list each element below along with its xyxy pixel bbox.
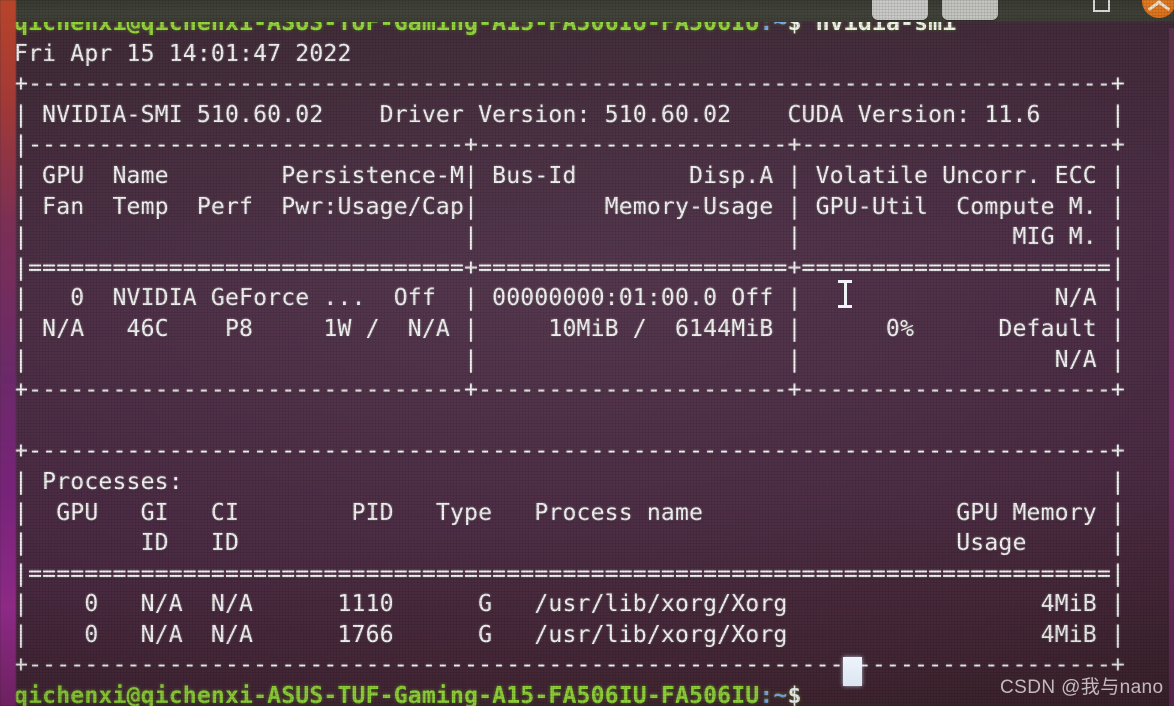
minimize-icon[interactable] — [1093, 0, 1110, 12]
watermark: CSDN @我与nano — [1000, 677, 1164, 698]
terminal-line: | 0 NVIDIA GeForce ... Off | 00000000:01… — [14, 285, 1125, 312]
screenshot-root: qichenxi@qichenxi-ASUS-TUF-Gaming-A15-FA… — [0, 0, 1174, 706]
prompt-symbol: $ — [787, 683, 802, 706]
prompt-command — [802, 683, 816, 706]
prompt-path: :~ — [759, 683, 788, 706]
terminal-cursor — [843, 657, 862, 686]
terminal-line: +---------------------------------------… — [14, 438, 1125, 465]
terminal-line: | N/A 46C P8 1W / N/A | 10MiB / 6144MiB … — [14, 315, 1125, 342]
terminal-line: |=======================================… — [14, 560, 1125, 587]
terminal-line: | 0 N/A N/A 1766 G /usr/lib/xorg/Xorg 4M… — [14, 621, 1125, 648]
taskbar-button-2[interactable] — [942, 0, 998, 20]
terminal-line: +-------------------------------+-------… — [14, 377, 1125, 404]
desktop-top-bar — [0, 0, 1174, 22]
terminal-line: | ID ID Usage | — [14, 530, 1125, 557]
terminal-line: | | | MIG M. | — [14, 224, 1125, 251]
terminal-line: |===============================+=======… — [14, 254, 1125, 281]
terminal-line: | GPU GI CI PID Type Process name GPU Me… — [14, 499, 1125, 526]
ibeam-stem — [844, 282, 847, 306]
terminal-line: +---------------------------------------… — [14, 71, 1125, 98]
terminal-line: | | | N/A | — [14, 346, 1125, 373]
close-icon[interactable] — [1142, 0, 1174, 18]
terminal-line: |-------------------------------+-------… — [14, 132, 1125, 159]
terminal-line: | GPU Name Persistence-M| Bus-Id Disp.A … — [14, 162, 1125, 189]
taskbar-button-1[interactable] — [872, 0, 928, 20]
terminal-output: qichenxi@qichenxi-ASUS-TUF-Gaming-A15-FA… — [0, 0, 1174, 706]
terminal-line: Fri Apr 15 14:01:47 2022 — [14, 40, 352, 67]
terminal-line: | NVIDIA-SMI 510.60.02 Driver Version: 5… — [14, 101, 1125, 128]
ibeam-bottom — [838, 305, 852, 308]
terminal-line: | Processes: | — [14, 468, 1125, 495]
terminal-line: | 0 N/A N/A 1110 G /usr/lib/xorg/Xorg 4M… — [14, 591, 1125, 618]
text-cursor-icon — [838, 279, 852, 309]
terminal-line: | Fan Temp Perf Pwr:Usage/Cap| Memory-Us… — [14, 193, 1125, 220]
prompt-user-host: qichenxi@qichenxi-ASUS-TUF-Gaming-A15-FA… — [14, 683, 760, 706]
